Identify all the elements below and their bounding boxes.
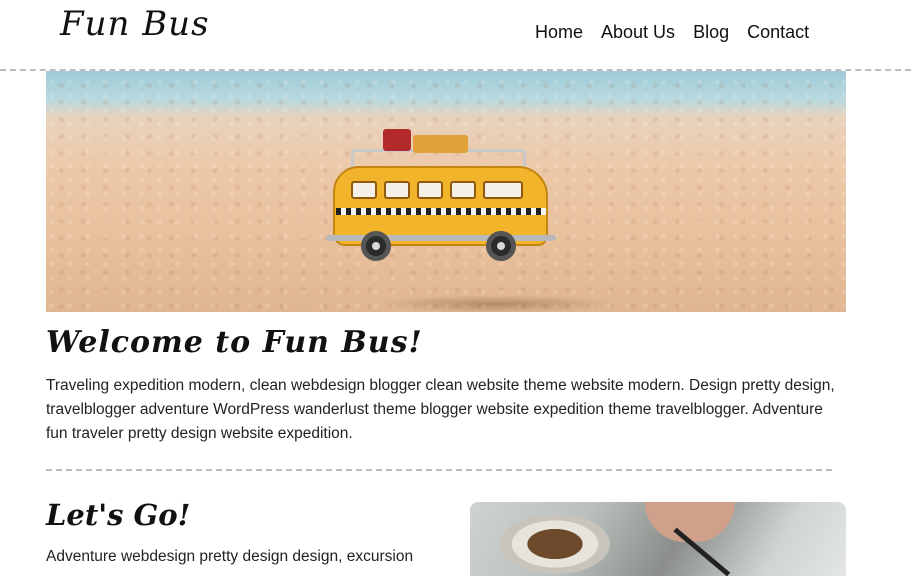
welcome-paragraph: Traveling expedition modern, clean webde… (46, 377, 835, 442)
bus-window (417, 181, 443, 199)
nav-contact[interactable]: Contact (747, 22, 809, 43)
nav-home[interactable]: Home (535, 22, 583, 43)
nav-about-us[interactable]: About Us (601, 22, 675, 43)
lets-go-heading: Let's Go! (46, 498, 191, 532)
bus-window (384, 181, 410, 199)
bus-window (351, 181, 377, 199)
hero-image (46, 71, 846, 312)
site-logo[interactable]: Fun Bus (60, 4, 210, 44)
nav-blog[interactable]: Blog (693, 22, 729, 43)
welcome-heading: Welcome to Fun Bus! (46, 325, 423, 360)
red-suitcase (383, 129, 411, 151)
hand (645, 502, 735, 542)
section-divider (46, 469, 832, 471)
bus-window (450, 181, 476, 199)
main-nav: Home About Us Blog Contact (535, 22, 809, 43)
travel-photo (470, 502, 846, 576)
lets-go-paragraph: Adventure webdesign pretty design design… (46, 548, 414, 565)
bus-shadow (376, 295, 616, 312)
coffee-cup (500, 514, 610, 574)
bus-bumper (326, 235, 556, 241)
bus-wheel (486, 231, 516, 261)
site-header: Fun Bus Home About Us Blog Contact (0, 0, 911, 71)
yellow-suitcase (413, 135, 468, 153)
bus-checker-stripe (336, 208, 546, 215)
bus-wheel (361, 231, 391, 261)
bus-window (483, 181, 523, 199)
